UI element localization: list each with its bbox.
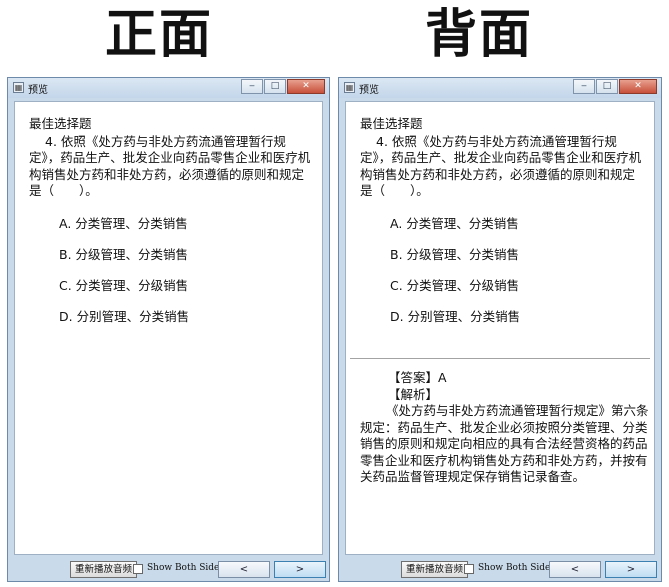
front-side-heading: 正面 xyxy=(105,4,214,65)
replay-audio-button[interactable]: 重新播放音频 xyxy=(401,561,469,578)
explanation-label: 【解析】 xyxy=(388,386,439,402)
option-a: A. 分类管理、分类销售 xyxy=(390,215,519,231)
question-type-label: 最佳选择题 xyxy=(29,116,92,131)
explanation-text: 《处方药与非处方药流通管理暂行规定》第六条规定：药品生产、批发企业必须按照分类管… xyxy=(360,403,649,484)
maximize-button[interactable]: □ xyxy=(596,79,618,94)
card-content-area: 最佳选择题 4. 依照《处方药与非处方药流通管理暂行规定》，药品生产、批发企业向… xyxy=(345,101,655,555)
window-title: 预览 xyxy=(28,85,48,96)
option-c: C. 分类管理、分级销售 xyxy=(390,277,520,293)
options-list: A. 分类管理、分类销售 B. 分级管理、分类销售 C. 分类管理、分级销售 D… xyxy=(360,208,645,332)
show-both-sides-label: Show Both Sides xyxy=(147,563,225,573)
option-a: A. 分类管理、分类销售 xyxy=(59,215,188,231)
next-button[interactable]: > xyxy=(274,561,326,578)
option-c: C. 分类管理、分级销售 xyxy=(59,277,189,293)
app-icon: ▦ xyxy=(344,82,355,93)
question-type-label: 最佳选择题 xyxy=(360,116,423,131)
previous-button[interactable]: < xyxy=(549,561,601,578)
answer-label: 【答案】A xyxy=(388,370,447,385)
card-content-area: 最佳选择题 4. 依照《处方药与非处方药流通管理暂行规定》，药品生产、批发企业向… xyxy=(14,101,323,555)
bottom-toolbar: 重新播放音频 Show Both Sides < > xyxy=(339,555,661,581)
previous-button[interactable]: < xyxy=(218,561,270,578)
replay-audio-button[interactable]: 重新播放音频 xyxy=(70,561,138,578)
window-title: 预览 xyxy=(359,85,379,96)
back-side-heading: 背面 xyxy=(425,4,534,65)
option-b: B. 分级管理、分类销售 xyxy=(59,246,189,262)
options-list: A. 分类管理、分类销售 B. 分级管理、分类销售 C. 分类管理、分级销售 D… xyxy=(29,208,314,332)
option-d: D. 分别管理、分类销售 xyxy=(59,308,190,324)
next-button[interactable]: > xyxy=(605,561,657,578)
close-button[interactable]: ✕ xyxy=(287,79,325,94)
bottom-toolbar: 重新播放音频 Show Both Sides < > xyxy=(8,555,329,581)
close-button[interactable]: ✕ xyxy=(619,79,657,94)
preview-window-front: ▦ 预览 ‒ □ ✕ 最佳选择题 4. 依照《处方药与非处方药流通管理暂行规定》… xyxy=(7,77,330,582)
title-bar: ▦ 预览 ‒ □ ✕ xyxy=(8,78,329,98)
preview-window-back: ▦ 预览 ‒ □ ✕ 最佳选择题 4. 依照《处方药与非处方药流通管理暂行规定》… xyxy=(338,77,662,582)
answer-separator xyxy=(350,358,650,359)
question-text: 4. 依照《处方药与非处方药流通管理暂行规定》，药品生产、批发企业向药品零售企业… xyxy=(29,133,311,199)
show-both-sides-checkbox[interactable] xyxy=(133,564,143,574)
question-text: 4. 依照《处方药与非处方药流通管理暂行规定》，药品生产、批发企业向药品零售企业… xyxy=(360,133,642,199)
minimize-button[interactable]: ‒ xyxy=(573,79,595,94)
window-controls: ‒ □ ✕ xyxy=(572,79,657,94)
question-block: 最佳选择题 4. 依照《处方药与非处方药流通管理暂行规定》，药品生产、批发企业向… xyxy=(29,116,314,332)
maximize-button[interactable]: □ xyxy=(264,79,286,94)
title-bar: ▦ 预览 ‒ □ ✕ xyxy=(339,78,661,98)
answer-block: 【答案】A 【解析】 《处方药与非处方药流通管理暂行规定》第六条规定：药品生产、… xyxy=(360,370,649,486)
show-both-sides-checkbox[interactable] xyxy=(464,564,474,574)
show-both-sides-label: Show Both Sides xyxy=(478,563,556,573)
window-controls: ‒ □ ✕ xyxy=(240,79,325,94)
question-block: 最佳选择题 4. 依照《处方药与非处方药流通管理暂行规定》，药品生产、批发企业向… xyxy=(360,116,645,332)
minimize-button[interactable]: ‒ xyxy=(241,79,263,94)
option-d: D. 分别管理、分类销售 xyxy=(390,308,521,324)
app-icon: ▦ xyxy=(13,82,24,93)
option-b: B. 分级管理、分类销售 xyxy=(390,246,520,262)
